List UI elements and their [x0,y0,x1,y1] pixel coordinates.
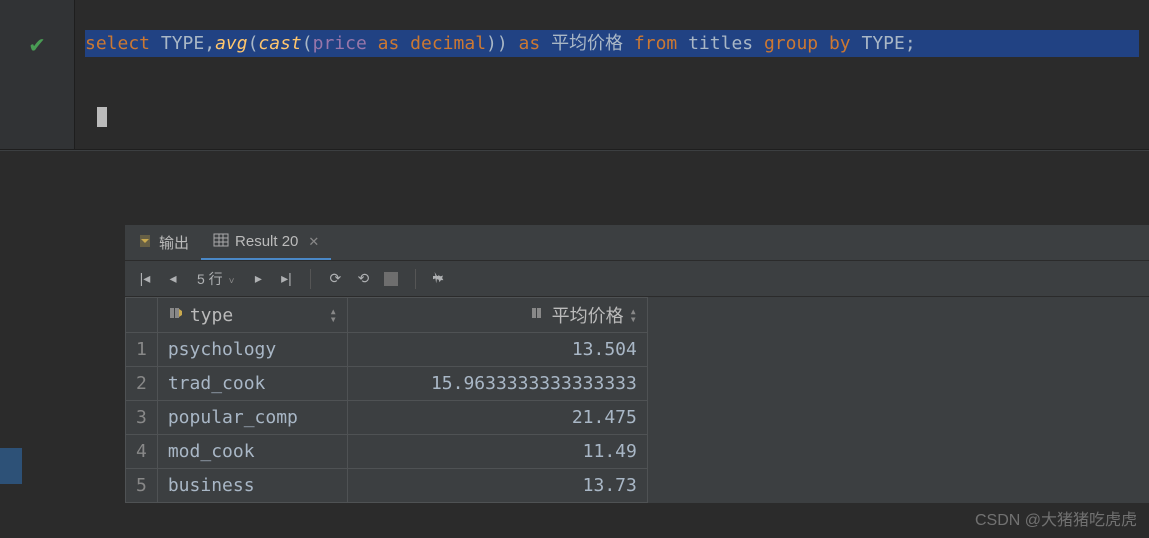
last-page-icon[interactable]: ▸| [274,267,298,291]
editor-area: ✔ select TYPE,avg(cast(price as decimal)… [0,0,1149,150]
pin-icon[interactable] [428,267,452,291]
table-row[interactable]: 3popular_comp21.475 [126,401,648,435]
table-row[interactable]: 2trad_cook15.9633333333333333 [126,367,648,401]
row-count-label: 5 行 [197,271,223,287]
editor-gutter: ✔ [0,0,75,149]
tab-result-label: Result 20 [235,233,298,250]
panel-gap [0,150,1149,225]
column-icon [168,305,184,326]
stop-icon[interactable] [379,267,403,291]
cell-avg[interactable]: 15.9633333333333333 [347,367,647,401]
cell-rownum: 1 [126,333,158,367]
results-tabs: 输出 Result 20 ✕ [125,225,1149,261]
table-icon [213,232,229,252]
header-avg[interactable]: 平均价格 ▴▾ [347,298,647,333]
table-row[interactable]: 1psychology13.504 [126,333,648,367]
refresh-auto-icon[interactable]: ⟲ [351,267,375,291]
header-rownum[interactable] [126,298,158,333]
cell-avg[interactable]: 13.73 [347,469,647,503]
next-page-icon[interactable]: ▸ [246,267,270,291]
sql-line[interactable]: select TYPE,avg(cast(price as decimal)) … [85,30,1139,57]
toolbar-separator [310,269,311,289]
cell-type[interactable]: psychology [157,333,347,367]
editor-cursor [97,107,107,127]
table-row[interactable]: 4mod_cook11.49 [126,435,648,469]
cell-type[interactable]: mod_cook [157,435,347,469]
tab-output[interactable]: 输出 [125,225,201,260]
sql-editor[interactable]: select TYPE,avg(cast(price as decimal)) … [75,0,1149,149]
table-row[interactable]: 5business13.73 [126,469,648,503]
header-avg-label: 平均价格 [552,302,624,328]
sort-icon[interactable]: ▴▾ [330,307,337,323]
cell-rownum: 5 [126,469,158,503]
refresh-icon[interactable]: ⟳ [323,267,347,291]
results-toolbar: |◂ ◂ 5 行 ˅ ▸ ▸| ⟳ ⟲ [125,261,1149,297]
cell-avg[interactable]: 11.49 [347,435,647,469]
sort-icon[interactable]: ▴▾ [630,307,637,323]
toolbar-separator [415,269,416,289]
success-check-icon: ✔ [30,30,44,149]
cell-avg[interactable]: 21.475 [347,401,647,435]
column-icon [530,305,546,326]
cell-rownum: 3 [126,401,158,435]
cell-rownum: 2 [126,367,158,401]
cell-type[interactable]: trad_cook [157,367,347,401]
results-panel: 输出 Result 20 ✕ |◂ ◂ 5 行 ˅ ▸ ▸| ⟳ ⟲ [125,225,1149,503]
cell-rownum: 4 [126,435,158,469]
result-table: type ▴▾ 平均价格 ▴▾ 1psychology13.5042 [125,297,648,503]
cell-avg[interactable]: 13.504 [347,333,647,367]
left-selection-strip [0,448,22,484]
first-page-icon[interactable]: |◂ [133,267,157,291]
prev-page-icon[interactable]: ◂ [161,267,185,291]
tab-result[interactable]: Result 20 ✕ [201,225,331,260]
cell-type[interactable]: business [157,469,347,503]
header-type-label: type [190,305,233,326]
chevron-down-icon: ˅ [229,276,235,287]
header-type[interactable]: type ▴▾ [157,298,347,333]
tab-output-label: 输出 [159,232,189,253]
watermark: CSDN @大猪猪吃虎虎 [975,506,1137,530]
close-icon[interactable]: ✕ [308,234,319,250]
output-icon [137,233,153,253]
cell-type[interactable]: popular_comp [157,401,347,435]
row-count-dropdown[interactable]: 5 行 ˅ [189,269,242,289]
